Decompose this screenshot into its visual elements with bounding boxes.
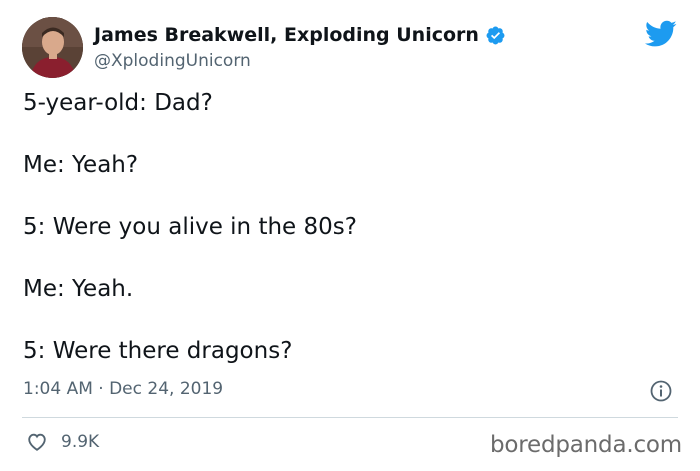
tweet-line: 5: Were you alive in the 80s?: [23, 214, 357, 240]
handle[interactable]: @XplodingUnicorn: [94, 51, 506, 71]
twitter-bird-icon[interactable]: [645, 20, 677, 48]
name-row: James Breakwell, Exploding Unicorn: [94, 22, 506, 48]
divider: [22, 417, 678, 418]
like-count: 9.9K: [61, 432, 100, 452]
tweet-line: Me: Yeah.: [23, 276, 134, 302]
tweet-text: 5-year-old: Dad? Me: Yeah? 5: Were you a…: [23, 88, 673, 398]
tweet-line: 5: Were there dragons?: [23, 338, 293, 364]
tweet-card: James Breakwell, Exploding Unicorn @Xplo…: [0, 0, 700, 471]
tweet-line: Me: Yeah?: [23, 152, 139, 178]
heart-icon: [26, 431, 48, 453]
display-name[interactable]: James Breakwell, Exploding Unicorn: [94, 24, 479, 46]
like-button[interactable]: 9.9K: [26, 428, 99, 456]
avatar[interactable]: [22, 17, 83, 78]
info-icon[interactable]: [650, 380, 672, 402]
watermark: boredpanda.com: [490, 432, 682, 458]
author-block: James Breakwell, Exploding Unicorn @Xplo…: [94, 22, 506, 71]
timestamp[interactable]: 1:04 AM · Dec 24, 2019: [23, 379, 223, 399]
avatar-image: [22, 17, 83, 78]
tweet-line: 5-year-old: Dad?: [23, 90, 213, 116]
verified-badge-icon: [485, 25, 506, 46]
